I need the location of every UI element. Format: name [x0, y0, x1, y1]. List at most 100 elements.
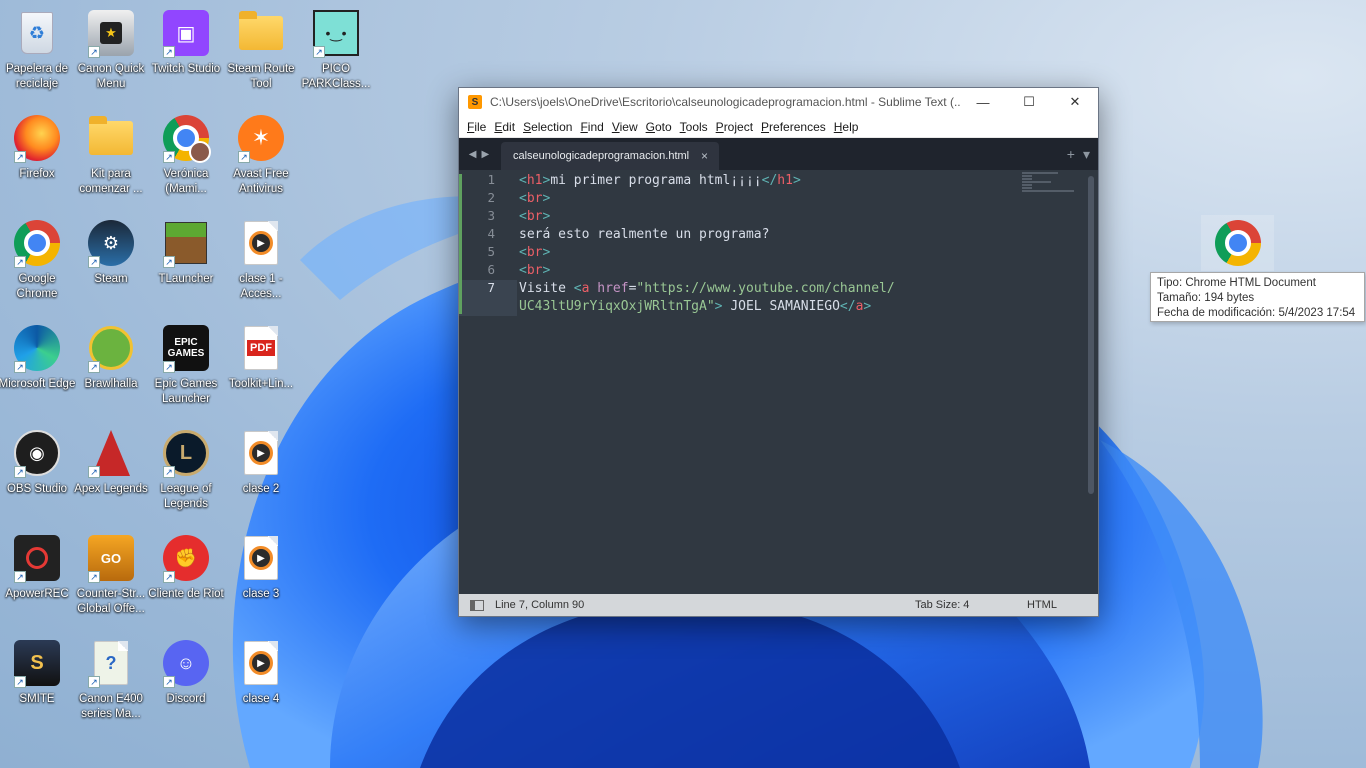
- file-tooltip: Tipo: Chrome HTML Document Tamaño: 194 b…: [1150, 272, 1365, 322]
- desktop-icon[interactable]: EPIC GAMES ↗ Epic Games Launcher: [149, 317, 223, 417]
- desktop-icon-label: Papelera de reciclaje: [5, 63, 69, 90]
- desktop-icon[interactable]: ↗ Microsoft Edge: [0, 317, 76, 417]
- desktop-icon[interactable]: PDF Toolkit+Lin...: [224, 317, 298, 417]
- menu-edit[interactable]: Edit: [490, 120, 519, 134]
- desktop-icon[interactable]: ↗ ApowerREC: [0, 527, 74, 627]
- desktop-icon[interactable]: ✶ ↗ Avast Free Antivirus: [224, 107, 298, 207]
- sublime-text-window: S C:\Users\joels\OneDrive\Escritorio\cal…: [458, 87, 1099, 617]
- dragged-file[interactable]: [1201, 215, 1274, 271]
- menu-view[interactable]: View: [608, 120, 642, 134]
- tab-nav-arrows[interactable]: ◀ ▶: [459, 138, 499, 170]
- minecraft-icon: ↗: [161, 218, 211, 268]
- desktop-icon-label: Avast Free Antivirus: [233, 168, 289, 195]
- desktop-icon[interactable]: ? ↗ Canon E400 series Ma...: [74, 632, 148, 732]
- minimap[interactable]: [1022, 172, 1074, 192]
- shortcut-arrow-icon: ↗: [163, 46, 175, 58]
- code-line-1: <h1>mi primer programa html¡¡¡¡</h1>: [519, 173, 801, 188]
- firefox-icon: ↗: [12, 113, 62, 163]
- tab-size[interactable]: Tab Size: 4: [915, 599, 1027, 611]
- desktop-icon-label: clase 1 - Acces...: [239, 273, 283, 300]
- brawlhalla-icon: ↗: [86, 323, 136, 373]
- shortcut-arrow-icon: ↗: [88, 46, 100, 58]
- desktop-icon[interactable]: •‿• ↗ PICO PARKClass...: [299, 2, 373, 102]
- chrome-html-file-icon: [1214, 220, 1261, 266]
- desktop-icon-label: Verónica (Mami...: [163, 168, 209, 195]
- tab-bar: ◀ ▶ calseunologicadeprogramacion.html × …: [459, 138, 1098, 170]
- desktop-icon[interactable]: ♻ Papelera de reciclaje: [0, 2, 74, 102]
- desktop-icon[interactable]: ▶ clase 4: [224, 632, 298, 732]
- tooltip-modified: Fecha de modificación: 5/4/2023 17:54: [1157, 307, 1356, 319]
- shortcut-arrow-icon: ↗: [163, 676, 175, 688]
- close-button[interactable]: ✕: [1052, 88, 1098, 116]
- desktop-icon[interactable]: ★ ↗ Canon Quick Menu: [74, 2, 148, 102]
- tab-close-icon[interactable]: ×: [701, 149, 719, 163]
- menu-tools[interactable]: Tools: [676, 120, 712, 134]
- desktop-icon[interactable]: ↗ Brawlhalla: [74, 317, 148, 417]
- desktop-icon-label: Toolkit+Lin...: [228, 378, 294, 390]
- maximize-button[interactable]: ☐: [1006, 88, 1052, 116]
- shortcut-arrow-icon: ↗: [163, 361, 175, 373]
- shortcut-arrow-icon: ↗: [14, 361, 26, 373]
- menu-preferences[interactable]: Preferences: [757, 120, 830, 134]
- desktop-icon[interactable]: ↗ TLauncher: [149, 212, 223, 312]
- desktop-icon-label: Steam Route Tool: [227, 63, 295, 90]
- csgo-icon: GO ↗: [86, 533, 136, 583]
- desktop-icon[interactable]: ↗ Verónica (Mami...: [149, 107, 223, 207]
- tab-menu-icon[interactable]: ▾: [1083, 146, 1090, 163]
- tab-prev-icon[interactable]: ◀: [469, 149, 477, 160]
- pdf-file-icon: PDF: [236, 323, 286, 373]
- code-line-4: será esto realmente un programa?: [519, 227, 770, 242]
- desktop-icon-label: Steam: [94, 273, 128, 285]
- menu-file[interactable]: File: [463, 120, 490, 134]
- menu-help[interactable]: Help: [830, 120, 863, 134]
- desktop-icon-label: Brawlhalla: [84, 378, 138, 390]
- desktop-icon-label: League of Legends: [160, 483, 212, 510]
- menu-find[interactable]: Find: [576, 120, 607, 134]
- desktop-icon[interactable]: ↗ Firefox: [0, 107, 74, 207]
- desktop-icon[interactable]: ↗ Google Chrome: [0, 212, 74, 312]
- desktop-icon[interactable]: ↗ Apex Legends: [74, 422, 148, 522]
- desktop-icon[interactable]: ⚙ ↗ Steam: [74, 212, 148, 312]
- menu-project[interactable]: Project: [712, 120, 757, 134]
- shortcut-arrow-icon: ↗: [88, 361, 100, 373]
- minimize-button[interactable]: —: [960, 88, 1006, 116]
- desktop-icon[interactable]: ▶ clase 3: [224, 527, 298, 627]
- desktop-icon[interactable]: ▶ clase 2: [224, 422, 298, 522]
- menu-goto[interactable]: Goto: [642, 120, 676, 134]
- desktop-icon[interactable]: Kit para comenzar ...: [74, 107, 148, 207]
- line-number: 6: [487, 262, 495, 277]
- code-text[interactable]: <h1>mi primer programa html¡¡¡¡</h1> <br…: [519, 172, 1039, 316]
- tab-active-file[interactable]: calseunologicadeprogramacion.html ×: [501, 142, 719, 170]
- code-editor[interactable]: 1 2 3 4 5 6 7 <h1>mi primer programa htm…: [459, 170, 1098, 596]
- syntax-mode[interactable]: HTML: [1027, 599, 1057, 611]
- desktop-icon[interactable]: L ↗ League of Legends: [149, 422, 223, 522]
- desktop-icon[interactable]: ✊ ↗ Cliente de Riot: [148, 527, 224, 627]
- desktop-icon[interactable]: S ↗ SMITE: [0, 632, 74, 732]
- tab-next-icon[interactable]: ▶: [482, 149, 490, 160]
- sublime-app-icon: S: [468, 95, 482, 109]
- discord-icon: ☺ ↗: [161, 638, 211, 688]
- menu-selection[interactable]: Selection: [519, 120, 576, 134]
- window-titlebar[interactable]: S C:\Users\joels\OneDrive\Escritorio\cal…: [459, 88, 1098, 116]
- shortcut-arrow-icon: ↗: [163, 151, 175, 163]
- desktop-icon[interactable]: ◉ ↗ OBS Studio: [0, 422, 74, 522]
- vertical-scrollbar[interactable]: [1088, 176, 1094, 494]
- new-tab-icon[interactable]: +: [1067, 146, 1075, 163]
- apex-icon: ↗: [86, 428, 136, 478]
- line-number: 5: [487, 244, 495, 259]
- desktop-icon[interactable]: GO ↗ Counter-Str... Global Offe...: [74, 527, 148, 627]
- desktop-icon[interactable]: ▣ ↗ Twitch Studio: [149, 2, 223, 102]
- video-file-icon: ▶: [236, 638, 286, 688]
- desktop-icon-label: Microsoft Edge: [0, 378, 76, 390]
- desktop-icon[interactable]: Steam Route Tool: [224, 2, 298, 102]
- status-bar: Line 7, Column 90 Tab Size: 4 HTML: [459, 594, 1098, 616]
- desktop-icon-label: Canon E400 series Ma...: [79, 693, 143, 720]
- cursor-position[interactable]: Line 7, Column 90: [495, 599, 915, 611]
- desktop-icon[interactable]: ▶ clase 1 - Acces...: [224, 212, 298, 312]
- recycle-bin-icon: ♻: [12, 8, 62, 58]
- desktop-icon[interactable]: ☺ ↗ Discord: [149, 632, 223, 732]
- apowerrec-icon: ↗: [12, 533, 62, 583]
- riot-icon: ✊ ↗: [161, 533, 211, 583]
- panel-toggle-icon[interactable]: [470, 599, 484, 611]
- line-number-gutter: 1 2 3 4 5 6 7: [459, 170, 517, 596]
